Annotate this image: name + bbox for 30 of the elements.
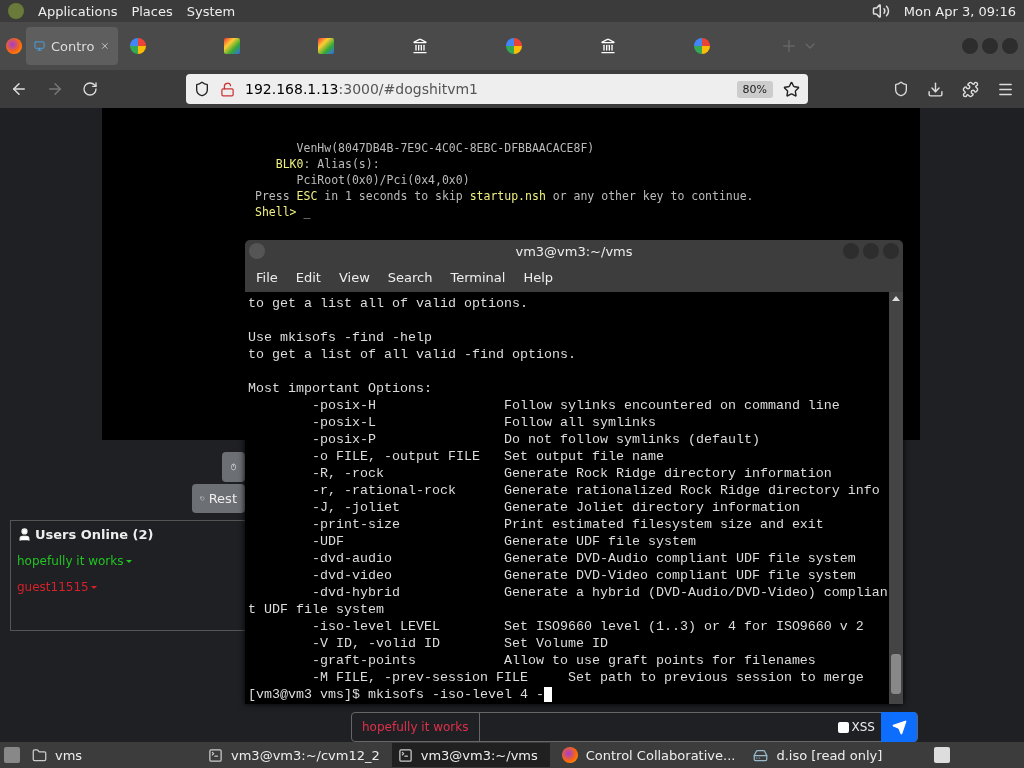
terminal-line: -iso-level LEVEL Set ISO9660 level (1..3) or 4 for ISO9660 v 2 [311,618,865,635]
terminal-line: Use mkisofs -find -help [248,329,433,346]
terminal-line: Most important Options: [248,380,433,397]
terminal-line: -posix-H Follow sylinks encountered on command line [311,397,841,414]
console-line: VenHw(8047DB4B-7E9C-4C0C-8EBC-DFBBAACACE8F) [295,140,596,156]
url-text: 192.168.1.13:3000/#dogshitvm1 [245,81,479,97]
username-label: hopefully it works [352,713,480,741]
terminal-line: -posix-P Do not follow symlinks (default) [311,431,761,448]
clock: Mon Apr 3, 09:16 [903,3,1016,19]
console-line: Press ESC in 1 seconds to skip startup.nsh or any other key to continue. [255,188,755,204]
console-line: PciRoot(0x0)/Pci(0x4,0x0) [295,172,471,188]
terminal-line: -print-size Print estimated filesystem size and exit [311,516,825,533]
terminal-line: -dvd-hybrid Generate a hybrid (DVD-Audio/DVD-Video) complian [311,584,889,601]
terminal-line: t UDF file system [248,601,385,618]
window-title: vm3@vm3:~/vms [515,243,633,259]
terminal-line: -R, -rock Generate Rock Ridge directory information [311,465,833,482]
terminal-line: -M FILE, -prev-session FILE Set path to previous session to merge [311,669,865,686]
terminal-line: to get a list of all valid -find options. [248,346,577,363]
terminal-line: to get a list all of valid options. [248,295,529,312]
terminal-line: -dvd-audio Generate DVD-Audio compliant UDF file system [311,550,857,567]
console-line: BLK0: Alias(s): [274,156,381,172]
terminal-line: -UDF Generate UDF file system [311,533,697,550]
terminal-line: -graft-points Allow to use graft points for filenames [311,652,817,669]
terminal-line: -o FILE, -output FILE Set output file name [311,448,665,465]
terminal-line: -V ID, -volid ID Set Volume ID [311,635,609,652]
terminal-line: -posix-L Follow all symlinks [311,414,657,431]
terminal-line: -J, -joliet Generate Joliet directory information [311,499,801,516]
console-line: Shell> _ [255,204,312,220]
terminal-line: -r, -rational-rock Generate rationalized Rock Ridge directory info [311,482,881,499]
terminal-line: -dvd-video Generate DVD-Video compliant UDF file system [311,567,857,584]
